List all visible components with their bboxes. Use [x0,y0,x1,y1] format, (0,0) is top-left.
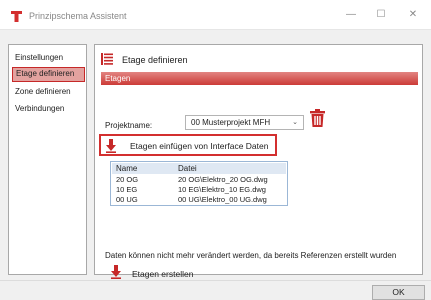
down-arrow-icon [106,139,116,153]
sidebar-item-etage-definieren[interactable]: Etage definieren [12,67,85,82]
maximize-button[interactable]: ☐ [368,7,394,23]
chevron-down-icon: ⌄ [292,119,298,126]
floors-table: Name Datei 20 OG 20 OG\Elektro_20 OG.dwg… [110,161,288,206]
column-header-name: Name [116,164,138,173]
window-title: Prinzipschema Assistent [29,11,127,21]
project-name-label: Projektname: [105,121,153,130]
column-header-datei: Datei [178,164,197,173]
table-cell-datei: 10 EG\Elektro_10 EG.dwg [178,185,266,194]
sidebar-item-zone-definieren[interactable]: Zone definieren [12,84,85,99]
project-select-value: 00 Musterprojekt MFH [191,118,271,127]
table-cell-datei: 20 OG\Elektro_20 OG.dwg [178,175,268,184]
minimize-button[interactable]: — [338,7,364,23]
table-header: Name Datei [112,163,286,174]
app-logo-icon [11,11,22,22]
page-title: Etage definieren [122,55,188,65]
table-cell-name: 00 UG [116,195,138,204]
insert-floors-label: Etagen einfügen von Interface Daten [130,141,269,151]
close-button[interactable]: ✕ [400,7,426,23]
table-cell-name: 10 EG [116,185,138,194]
project-select[interactable]: 00 Musterprojekt MFH ⌄ [185,115,304,130]
sidebar-nav: Einstellungen Etage definieren Zone defi… [8,44,87,275]
dialog-body: Einstellungen Etage definieren Zone defi… [0,30,431,300]
main-panel: Etage definieren Etagen Projektname: 00 … [94,44,423,279]
info-text: Daten können nicht mehr verändert werden… [105,251,397,260]
insert-floors-from-interface-button[interactable]: Etagen einfügen von Interface Daten [99,134,277,156]
title-bar: Prinzipschema Assistent — ☐ ✕ [0,0,431,30]
table-cell-datei: 00 UG\Elektro_00 UG.dwg [178,195,267,204]
trash-icon[interactable] [310,109,325,127]
create-floors-label: Etagen erstellen [132,269,194,279]
table-cell-name: 20 OG [116,175,139,184]
ok-button[interactable]: OK [372,285,425,300]
sidebar-item-verbindungen[interactable]: Verbindungen [12,101,85,116]
list-icon [101,53,113,65]
footer-divider [0,280,431,281]
sidebar-item-einstellungen[interactable]: Einstellungen [12,50,85,65]
down-arrow-icon [111,265,121,279]
section-header-etagen: Etagen [101,72,418,85]
